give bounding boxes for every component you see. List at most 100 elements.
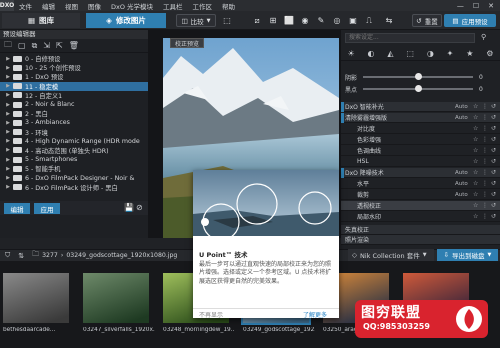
palette-row[interactable]: 色调曲线 ☆ ⋮ ↺	[341, 146, 500, 156]
expand-arrow-icon[interactable]: ▶	[4, 166, 12, 172]
star-icon[interactable]: ☆	[473, 213, 482, 220]
zoom-fit-icon[interactable]: ⬚	[221, 14, 233, 27]
palette-row[interactable]: DxO 智能补光 Auto ☆ ⋮ ↺	[341, 101, 500, 112]
minimize-button[interactable]: —	[457, 2, 464, 10]
block-icon[interactable]: ⊘	[136, 203, 143, 212]
slider-track[interactable]	[363, 73, 473, 80]
reset-button[interactable]: ↺ 重置	[412, 14, 442, 27]
save-icon[interactable]: 💾	[124, 203, 134, 212]
close-button[interactable]: ✕	[488, 2, 494, 10]
preset-folder-item[interactable]: ▶ 4 - High Dynamic Range (HDR mode	[0, 137, 148, 146]
expand-arrow-icon[interactable]: ▶	[4, 102, 12, 108]
expand-arrow-icon[interactable]: ▶	[4, 175, 12, 181]
preset-folder-item[interactable]: ▶ 4 - 高动态范围 (单独头 HDR)	[0, 146, 148, 155]
reset-icon[interactable]: ↺	[491, 158, 500, 165]
red-eye-icon[interactable]: ◉	[299, 14, 311, 27]
dots-icon[interactable]: ⋮	[482, 158, 491, 165]
preset-folder-item[interactable]: ▶ 5 - 智能手机	[0, 164, 148, 173]
palette-row[interactable]: DxO 降噪技术 Auto ☆ ⋮ ↺	[341, 167, 500, 178]
reset-icon[interactable]: ↺	[491, 202, 500, 209]
color-icon[interactable]: ◐	[367, 49, 374, 58]
dots-icon[interactable]: ⋮	[482, 191, 491, 198]
tab-library[interactable]: ▦ 图库	[2, 13, 80, 28]
slider-handle[interactable]	[414, 85, 422, 92]
nik-collection-button[interactable]: ◇ Nik Collection 套件 ▼	[348, 249, 434, 261]
preset-folder-item[interactable]: ▶ 1 - DxO 预设	[0, 72, 148, 81]
new-preset-icon[interactable]: ▢	[18, 41, 26, 50]
preset-folder-item[interactable]: ▶ 5 - Smartphones	[0, 155, 148, 164]
dots-icon[interactable]: ⋮	[482, 147, 491, 154]
menu-file[interactable]: 文件	[14, 1, 37, 11]
reset-icon[interactable]: ↺	[491, 147, 500, 154]
star-icon[interactable]: ☆	[473, 125, 482, 132]
section-rendering[interactable]: 照片渲染	[341, 235, 500, 245]
search-input[interactable]: 搜索设定...	[345, 33, 475, 43]
dots-icon[interactable]: ⋮	[482, 103, 491, 110]
local-icon[interactable]: ◑	[427, 49, 434, 58]
new-folder-icon[interactable]: 🗀	[4, 39, 12, 53]
menu-toolbar[interactable]: 工具栏	[158, 1, 188, 11]
filter-icon[interactable]: ⛉	[5, 251, 10, 260]
star-icon[interactable]: ☆	[473, 180, 482, 187]
duplicate-icon[interactable]: ⧉	[32, 41, 38, 51]
compare-dropdown[interactable]: ◫ 比较 ▼	[176, 14, 216, 27]
slider-value[interactable]: 0	[479, 86, 483, 93]
dont-show-again-link[interactable]: 不再显示	[199, 310, 223, 319]
preset-folder-item[interactable]: ▶ 12 - 自定义1	[0, 91, 148, 100]
detail-icon[interactable]: ◭	[387, 49, 393, 58]
reset-icon[interactable]: ↺	[491, 169, 500, 176]
reset-icon[interactable]: ↺	[491, 191, 500, 198]
perspective-icon[interactable]: ⬜	[283, 14, 295, 27]
expand-arrow-icon[interactable]: ▶	[4, 111, 12, 117]
reset-icon[interactable]: ↺	[491, 114, 500, 121]
palette-row[interactable]: 透视校正 ☆ ⋮ ↺	[341, 201, 500, 211]
tab-customize[interactable]: ◈ 修改图片	[86, 13, 166, 28]
star-icon[interactable]: ☆	[473, 202, 482, 209]
expand-arrow-icon[interactable]: ▶	[4, 147, 12, 153]
dots-icon[interactable]: ⋮	[482, 202, 491, 209]
preset-folder-item[interactable]: ▶ 6 - DxO FilmPack Designer - Noir &	[0, 173, 148, 182]
delete-icon[interactable]: 🗑	[69, 41, 79, 50]
preset-folder-item[interactable]: ▶ 10 - 25 个创作预设	[0, 63, 148, 72]
expand-arrow-icon[interactable]: ▶	[4, 92, 12, 98]
light-icon[interactable]: ☀	[347, 49, 354, 58]
crop-icon[interactable]: ⧄	[251, 14, 263, 27]
dots-icon[interactable]: ⋮	[482, 169, 491, 176]
apply-button[interactable]: 应用	[34, 203, 60, 214]
expand-arrow-icon[interactable]: ▶	[4, 120, 12, 126]
expand-arrow-icon[interactable]: ▶	[4, 157, 12, 163]
reset-icon[interactable]: ↺	[491, 136, 500, 143]
preset-folder-item[interactable]: ▶ 3 - Ambiances	[0, 118, 148, 127]
preset-folder-item[interactable]: ▶ 6 - DxO FilmPack 设计师 - 黑白	[0, 183, 148, 192]
expand-arrow-icon[interactable]: ▶	[4, 83, 12, 89]
star-icon[interactable]: ☆	[473, 103, 482, 110]
menu-optics-modules[interactable]: DxO 光学模块	[106, 1, 158, 11]
preset-folder-item[interactable]: ▶ 0 - 自修预设	[0, 54, 148, 63]
palette-row[interactable]: 清除雾霾增强版 Auto ☆ ⋮ ↺	[341, 112, 500, 123]
repair-icon[interactable]: ✎	[315, 14, 327, 27]
menu-view[interactable]: 视图	[60, 1, 83, 11]
preset-folder-item[interactable]: ▶ 2 - 黑白	[0, 109, 148, 118]
slider-handle[interactable]	[414, 73, 422, 80]
palette-row[interactable]: 裁剪 Auto ☆ ⋮ ↺	[341, 190, 500, 200]
dots-icon[interactable]: ⋮	[482, 136, 491, 143]
expand-arrow-icon[interactable]: ▶	[4, 184, 12, 190]
palette-row[interactable]: 水平 Auto ☆ ⋮ ↺	[341, 179, 500, 189]
expand-arrow-icon[interactable]: ▶	[4, 129, 12, 135]
preset-folder-item[interactable]: ▶ 3 - 环境	[0, 128, 148, 137]
apply-preset-button[interactable]: ▤ 应用预设	[444, 14, 496, 27]
star-icon[interactable]: ☆	[473, 169, 482, 176]
expand-arrow-icon[interactable]: ▶	[4, 74, 12, 80]
edit-button[interactable]: 编辑	[4, 203, 30, 214]
slider-value[interactable]: 0	[479, 74, 483, 81]
menu-help[interactable]: 帮助	[217, 1, 240, 11]
flip-icon[interactable]: ⇆	[383, 14, 395, 27]
star-icon[interactable]: ★	[466, 49, 473, 58]
fx-icon[interactable]: ✦	[447, 49, 454, 58]
watermark-icon[interactable]: ▣	[347, 14, 359, 27]
preset-folder-item[interactable]: ▶ 2 - Noir & Blanc	[0, 100, 148, 109]
histogram-icon[interactable]: ⎍	[363, 14, 375, 27]
star-icon[interactable]: ☆	[473, 147, 482, 154]
reset-icon[interactable]: ↺	[491, 103, 500, 110]
palette-row[interactable]: 局部水印 ☆ ⋮ ↺	[341, 212, 500, 222]
